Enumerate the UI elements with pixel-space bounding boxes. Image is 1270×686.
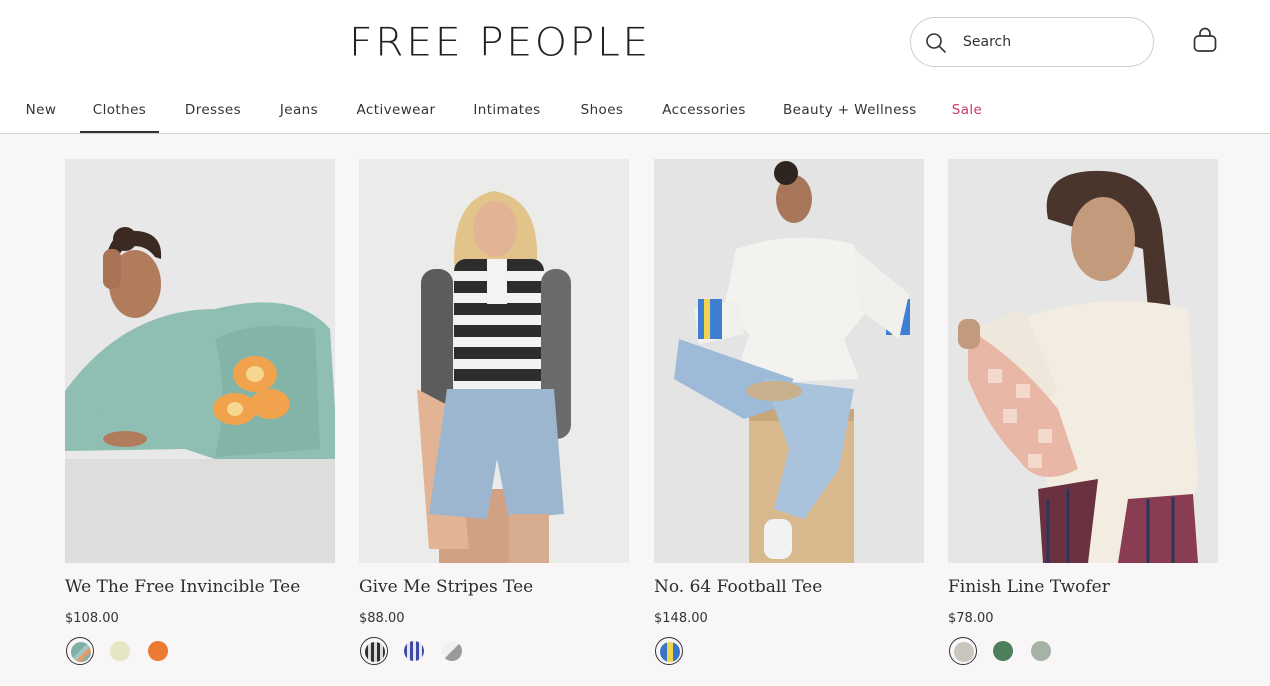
swatch-blue-stripe[interactable] xyxy=(400,637,428,665)
swatch-black-stripe[interactable] xyxy=(360,637,388,665)
product-card: Finish Line Twofer $78.00 xyxy=(948,159,1218,679)
nav-item-sale[interactable]: Sale xyxy=(950,96,984,131)
search-box[interactable] xyxy=(910,17,1154,67)
product-image[interactable] xyxy=(65,159,335,563)
product-name[interactable]: No. 64 Football Tee xyxy=(654,577,944,603)
search-input[interactable] xyxy=(963,30,1133,54)
product-card: We The Free Invincible Tee $108.00 xyxy=(65,159,335,679)
product-name[interactable]: We The Free Invincible Tee xyxy=(65,577,355,603)
swatch-grey-combo[interactable] xyxy=(438,637,466,665)
product-image[interactable] xyxy=(948,159,1218,563)
product-card: Give Me Stripes Tee $88.00 xyxy=(359,159,629,679)
swatch-green[interactable] xyxy=(989,637,1017,665)
product-name[interactable]: Finish Line Twofer xyxy=(948,577,1238,603)
product-card: No. 64 Football Tee $148.00 xyxy=(654,159,924,679)
nav-item-clothes[interactable]: Clothes xyxy=(80,96,159,133)
site-header: FREE PEOPLE New Clothes Dresses Jeans Ac… xyxy=(0,0,1270,134)
product-price: $88.00 xyxy=(359,611,405,626)
product-image[interactable] xyxy=(359,159,629,563)
shopping-bag-icon[interactable] xyxy=(1191,26,1219,54)
product-price: $78.00 xyxy=(948,611,994,626)
swatch-sage[interactable] xyxy=(1027,637,1055,665)
nav-item-jeans[interactable]: Jeans xyxy=(277,96,321,131)
swatch-mint-floral[interactable] xyxy=(66,637,94,665)
product-price: $148.00 xyxy=(654,611,708,626)
search-icon[interactable] xyxy=(924,31,948,55)
swatch-blue-yellow[interactable] xyxy=(655,637,683,665)
nav-item-beauty-wellness[interactable]: Beauty + Wellness xyxy=(783,96,916,131)
swatch-cream[interactable] xyxy=(106,637,134,665)
swatch-ivory[interactable] xyxy=(949,637,977,665)
brand-logo[interactable]: FREE PEOPLE xyxy=(349,20,659,64)
nav-item-intimates[interactable]: Intimates xyxy=(471,96,543,131)
product-price: $108.00 xyxy=(65,611,119,626)
nav-item-shoes[interactable]: Shoes xyxy=(579,96,625,131)
main-nav: New Clothes Dresses Jeans Activewear Int… xyxy=(0,96,1270,133)
nav-item-dresses[interactable]: Dresses xyxy=(183,96,243,131)
swatch-orange[interactable] xyxy=(144,637,172,665)
nav-item-activewear[interactable]: Activewear xyxy=(356,96,436,131)
nav-item-new[interactable]: New xyxy=(25,96,57,131)
product-image[interactable] xyxy=(654,159,924,563)
product-name[interactable]: Give Me Stripes Tee xyxy=(359,577,649,603)
nav-item-accessories[interactable]: Accessories xyxy=(660,96,748,131)
